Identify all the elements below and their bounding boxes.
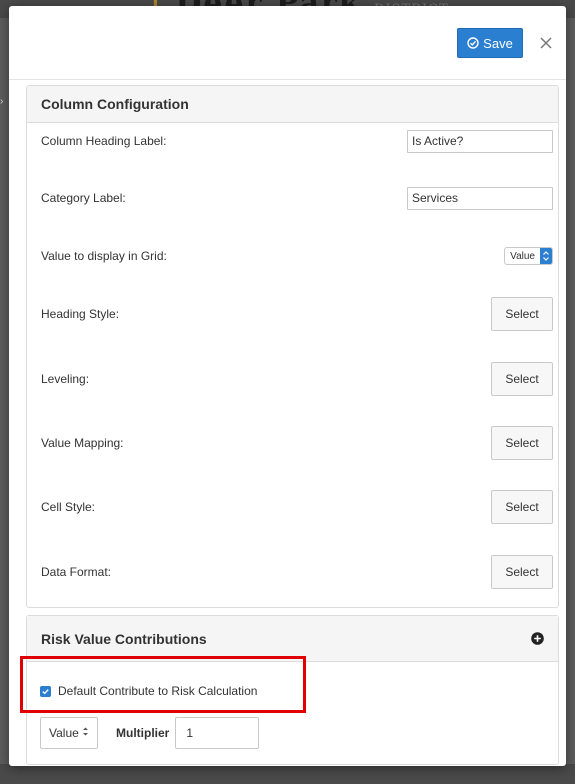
contribution-value-selected: Value (49, 726, 79, 740)
leveling-select-button[interactable]: Select (491, 362, 553, 396)
row-cell-style: Cell Style: Select (27, 489, 558, 525)
column-heading-label-text: Column Heading Label: (41, 134, 167, 148)
row-grid-value: Value to display in Grid: Value (27, 244, 558, 268)
select-arrows-icon (82, 726, 89, 740)
value-mapping-select-button[interactable]: Select (491, 426, 553, 460)
save-button-label: Save (483, 35, 513, 51)
close-icon[interactable] (533, 28, 559, 58)
check-circle-icon (467, 37, 479, 49)
column-config-modal: Save Column Configuration Column Heading… (9, 6, 566, 766)
cell-style-select-button[interactable]: Select (491, 490, 553, 524)
category-label-text: Category Label: (41, 191, 126, 205)
risk-panel-header: Risk Value Contributions (27, 616, 558, 662)
save-button[interactable]: Save (457, 28, 523, 58)
data-format-label-text: Data Format: (41, 565, 112, 579)
select-arrows-icon (540, 248, 552, 264)
heading-style-label-text: Heading Style: (41, 307, 120, 321)
multiplier-input[interactable] (175, 717, 260, 749)
row-leveling: Leveling: Select (27, 361, 558, 397)
grid-value-select[interactable]: Value (504, 247, 553, 265)
default-contribute-row[interactable]: Default Contribute to Risk Calculation (40, 682, 257, 700)
column-configuration-title: Column Configuration (41, 96, 189, 112)
column-configuration-panel: Column Configuration Column Heading Labe… (26, 85, 559, 608)
value-mapping-label-text: Value Mapping: (41, 436, 124, 450)
cell-style-label-text: Cell Style: (41, 500, 96, 514)
leveling-label-text: Leveling: (41, 372, 90, 386)
data-format-select-button[interactable]: Select (491, 555, 553, 589)
default-contribute-checkbox[interactable] (40, 685, 51, 697)
row-category-label: Category Label: (27, 186, 558, 210)
grid-value-selected: Value (510, 250, 535, 262)
risk-controls: Value Multiplier (40, 716, 260, 750)
category-input[interactable] (407, 186, 553, 210)
column-heading-input[interactable] (407, 129, 553, 153)
row-column-heading-label: Column Heading Label: (27, 129, 558, 153)
modal-header: Save (9, 6, 566, 80)
row-value-mapping: Value Mapping: Select (27, 425, 558, 461)
multiplier-label: Multiplier (116, 726, 170, 740)
grid-value-label-text: Value to display in Grid: (41, 249, 167, 263)
backdrop-footer (0, 764, 575, 784)
default-contribute-label: Default Contribute to Risk Calculation (58, 684, 258, 698)
plus-circle-icon[interactable] (531, 632, 544, 645)
contribution-value-select[interactable]: Value (40, 717, 98, 749)
row-heading-style: Heading Style: Select (27, 296, 558, 332)
risk-value-contributions-title: Risk Value Contributions (41, 630, 207, 647)
row-data-format: Data Format: Select (27, 554, 558, 590)
backdrop-marker: › (0, 96, 4, 107)
panel-title: Column Configuration (27, 86, 558, 123)
heading-style-select-button[interactable]: Select (491, 297, 553, 331)
